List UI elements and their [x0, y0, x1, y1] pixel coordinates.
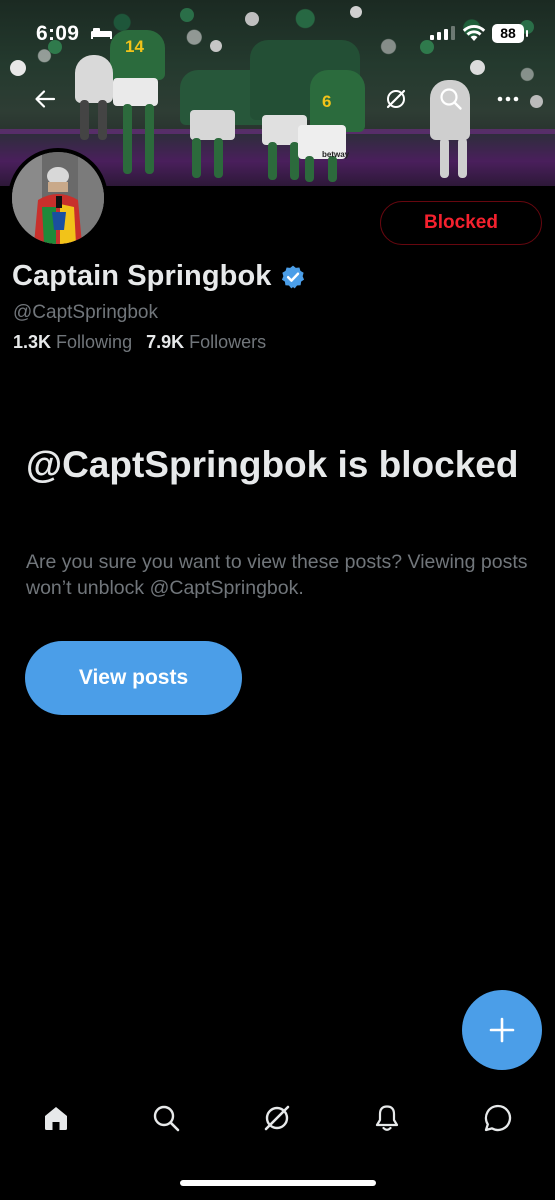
followers-label: Followers — [189, 332, 267, 352]
blocked-notice-description: Are you sure you want to view these post… — [26, 551, 528, 599]
tab-search[interactable] — [146, 1098, 186, 1138]
grok-icon — [264, 1105, 290, 1131]
notifications-bell-icon — [375, 1105, 399, 1131]
grok-icon — [386, 89, 406, 109]
following-count: 1.3K — [13, 332, 52, 352]
banner-sponsor: betway — [322, 150, 350, 159]
profile-handle: @CaptSpringbok — [13, 302, 158, 323]
profile-name-row: Captain Springbok — [12, 260, 306, 293]
followers-stat[interactable]: 7.9K Followers — [146, 332, 266, 353]
followers-count: 7.9K — [146, 332, 185, 352]
more-options-button[interactable] — [490, 81, 526, 117]
compose-post-button[interactable] — [462, 990, 542, 1070]
status-time: 6:09 — [36, 22, 80, 45]
search-profile-button[interactable] — [433, 81, 469, 117]
banner-jersey-number: 6 — [322, 92, 332, 111]
messages-icon — [484, 1104, 512, 1132]
battery-indicator: 88 — [492, 24, 528, 43]
tab-home[interactable] — [36, 1098, 76, 1138]
bottom-tab-bar — [0, 1088, 555, 1148]
profile-stats: 1.3K Following 7.9K Followers — [13, 332, 266, 353]
sleep-focus-icon — [91, 28, 112, 39]
more-icon — [497, 96, 519, 102]
verified-badge-icon[interactable] — [280, 264, 306, 290]
blocked-button[interactable]: Blocked — [380, 201, 542, 245]
grok-button[interactable] — [378, 81, 414, 117]
status-bar: 6:09 88 — [0, 0, 555, 60]
avatar-image — [12, 152, 104, 244]
home-icon — [45, 1107, 67, 1130]
home-indicator[interactable] — [180, 1180, 376, 1186]
tab-grok[interactable] — [257, 1098, 297, 1138]
following-stat[interactable]: 1.3K Following — [13, 332, 132, 353]
back-button[interactable] — [27, 81, 63, 117]
cellular-signal-icon — [430, 26, 455, 40]
wifi-icon — [462, 25, 486, 41]
search-icon — [153, 1105, 180, 1132]
profile-avatar[interactable] — [8, 148, 108, 248]
tab-messages[interactable] — [478, 1098, 518, 1138]
tab-notifications[interactable] — [367, 1098, 407, 1138]
view-posts-button[interactable]: View posts — [25, 641, 242, 715]
blocked-notice-title: @CaptSpringbok is blocked — [26, 444, 519, 485]
search-icon — [440, 88, 462, 110]
back-arrow-icon — [35, 90, 56, 108]
display-name: Captain Springbok — [12, 260, 272, 292]
plus-icon — [489, 1017, 515, 1043]
following-label: Following — [56, 332, 133, 352]
